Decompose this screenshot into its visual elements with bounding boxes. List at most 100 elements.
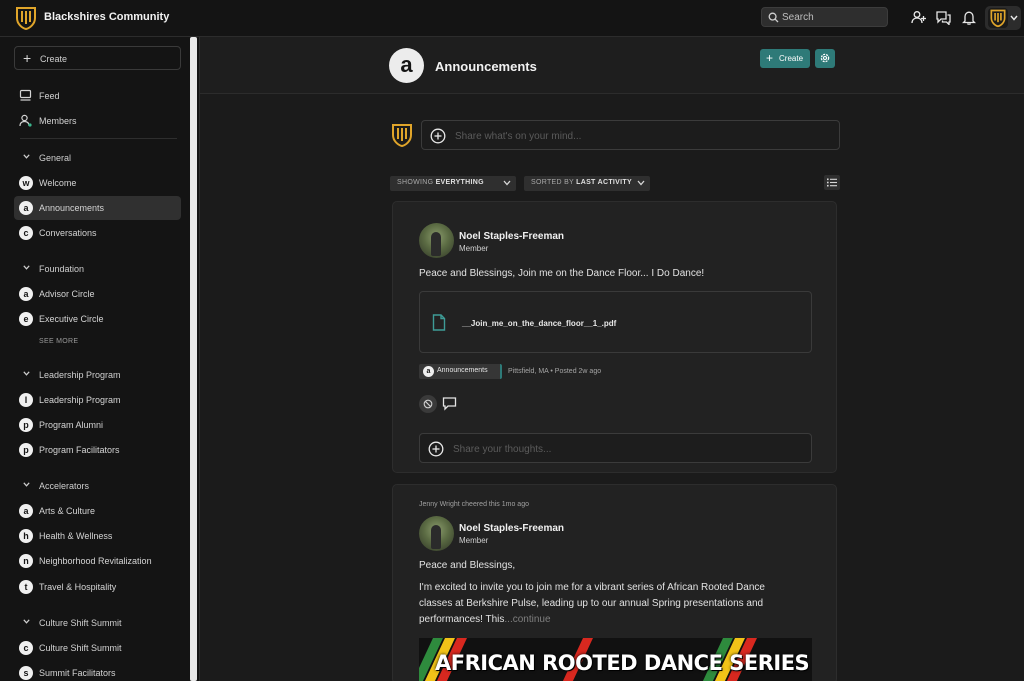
sidebar-group-general[interactable]: General <box>14 149 181 167</box>
notifications-bell-icon[interactable] <box>962 10 976 25</box>
sidebar-item-label: Program Alumni <box>39 420 104 430</box>
sidebar-item-culture-shift-summit[interactable]: c Culture Shift Summit <box>14 636 181 660</box>
showing-filter-value: EVERYTHING <box>435 179 484 186</box>
create-button[interactable]: + Create <box>14 46 181 70</box>
sidebar-item-label: Summit Facilitators <box>39 668 116 678</box>
feed-icon <box>19 89 32 101</box>
sort-dropdown[interactable]: SORTED BY LAST ACTIVITY <box>524 176 650 191</box>
see-more-link[interactable]: SEE MORE <box>39 338 78 345</box>
post-composer-input[interactable]: Share what's on your mind... <box>421 120 840 150</box>
messages-icon[interactable] <box>936 10 951 25</box>
sidebar-item-program-alumni[interactable]: p Program Alumni <box>14 413 181 437</box>
sidebar-group-leadership-program[interactable]: Leadership Program <box>14 366 181 384</box>
sidebar-item-summit-facilitators[interactable]: s Summit Facilitators <box>14 661 181 681</box>
user-menu-button[interactable] <box>985 6 1021 30</box>
create-post-button[interactable]: + Create <box>760 49 810 68</box>
post-card: Noel Staples-Freeman Member Peace and Bl… <box>392 201 837 473</box>
channel-letter-icon: n <box>19 554 33 568</box>
sidebar-item-feed[interactable]: Feed <box>14 84 181 108</box>
composer-placeholder: Share what's on your mind... <box>455 131 582 142</box>
sidebar-item-label: Advisor Circle <box>39 289 95 299</box>
sidebar-item-conversations[interactable]: c Conversations <box>14 221 181 245</box>
sidebar-scrollbar[interactable] <box>190 37 197 681</box>
sidebar-group-label: Accelerators <box>39 481 90 491</box>
comment-icon[interactable] <box>442 396 457 411</box>
sidebar-group-foundation[interactable]: Foundation <box>14 260 181 278</box>
author-role: Member <box>459 244 489 253</box>
react-button[interactable] <box>419 395 437 413</box>
reaction-icon <box>423 399 433 409</box>
chevron-down-icon <box>1010 15 1018 21</box>
sidebar-item-label: Health & Wellness <box>39 531 113 541</box>
channel-settings-button[interactable] <box>815 49 835 68</box>
sort-prefix: SORTED BY <box>531 179 574 186</box>
community-logo-icon[interactable] <box>15 6 37 30</box>
continue-link[interactable]: ...continue <box>504 614 550 625</box>
sidebar-item-neighborhood-revitalization[interactable]: n Neighborhood Revitalization <box>14 549 181 573</box>
channel-letter-icon: a <box>19 201 33 215</box>
cheered-note: Jenny Wright cheered this 1mo ago <box>419 501 529 508</box>
sidebar-item-arts-culture[interactable]: a Arts & Culture <box>14 499 181 523</box>
post-banner-image[interactable]: AFRICAN ROOTED DANCE SERIES <box>419 638 812 681</box>
channel-letter-icon: p <box>19 418 33 432</box>
file-attachment[interactable]: __Join_me_on_the_dance_floor__1_.pdf <box>419 291 812 353</box>
showing-filter-dropdown[interactable]: SHOWING EVERYTHING <box>390 176 516 191</box>
post-body-line: I'm excited to invite you to join me for… <box>419 582 765 593</box>
sidebar-item-label: Conversations <box>39 228 97 238</box>
sidebar-group-culture-shift-summit[interactable]: Culture Shift Summit <box>14 614 181 632</box>
members-icon <box>19 114 32 127</box>
sidebar-group-accelerators[interactable]: Accelerators <box>14 477 181 495</box>
channel-letter-icon: c <box>19 641 33 655</box>
channel-letter-icon: c <box>19 226 33 240</box>
top-bar: Blackshires Community Search <box>0 0 1024 37</box>
sidebar-divider <box>20 138 177 139</box>
channel-chip[interactable]: a Announcements <box>419 364 502 379</box>
sidebar-item-label: Announcements <box>39 203 105 213</box>
channel-letter-icon: p <box>19 443 33 457</box>
sidebar-item-leadership-program[interactable]: l Leadership Program <box>14 388 181 412</box>
add-member-icon[interactable] <box>911 10 926 25</box>
chevron-down-icon <box>23 154 30 159</box>
list-view-toggle[interactable] <box>824 175 840 190</box>
channel-letter-icon: a <box>19 287 33 301</box>
gear-icon <box>820 53 830 63</box>
chevron-down-icon <box>23 482 30 487</box>
author-name[interactable]: Noel Staples-Freeman <box>459 523 564 534</box>
user-avatar <box>988 8 1008 28</box>
sidebar-item-advisor-circle[interactable]: a Advisor Circle <box>14 282 181 306</box>
post-meta: Pittsfield, MA • Posted 2w ago <box>508 368 602 375</box>
add-circle-icon <box>428 441 444 457</box>
sidebar-item-label: Leadership Program <box>39 395 121 405</box>
sidebar-item-program-facilitators[interactable]: p Program Facilitators <box>14 438 181 462</box>
showing-filter-label: SHOWING EVERYTHING <box>397 179 484 186</box>
sidebar-item-executive-circle[interactable]: e Executive Circle <box>14 307 181 331</box>
sidebar-item-welcome[interactable]: w Welcome <box>14 171 181 195</box>
author-avatar[interactable] <box>419 516 454 551</box>
chevron-down-icon <box>23 371 30 376</box>
search-input[interactable]: Search <box>761 7 888 27</box>
sidebar: + Create Feed Members General w Welcome … <box>0 37 200 681</box>
post-body-line: Peace and Blessings, <box>419 560 516 571</box>
author-avatar[interactable] <box>419 223 454 258</box>
sidebar-item-health-wellness[interactable]: h Health & Wellness <box>14 524 181 548</box>
sidebar-item-label: Neighborhood Revitalization <box>39 556 152 566</box>
channel-letter-icon: w <box>19 176 33 190</box>
post-body: Peace and Blessings, Join me on the Danc… <box>419 268 705 279</box>
author-name[interactable]: Noel Staples-Freeman <box>459 231 564 242</box>
sidebar-group-label: Foundation <box>39 264 85 274</box>
add-circle-icon <box>430 128 446 144</box>
sidebar-group-label: Leadership Program <box>39 370 121 380</box>
sidebar-item-label: Executive Circle <box>39 314 104 324</box>
channel-chip-label: Announcements <box>437 367 488 374</box>
channel-letter-icon: a <box>423 366 434 377</box>
sidebar-item-announcements[interactable]: a Announcements <box>14 196 181 220</box>
reply-input[interactable]: Share your thoughts... <box>419 433 812 463</box>
sidebar-item-members[interactable]: Members <box>14 109 181 133</box>
channel-letter-icon: a <box>19 504 33 518</box>
sort-value: LAST ACTIVITY <box>576 179 632 186</box>
sidebar-item-travel-hospitality[interactable]: t Travel & Hospitality <box>14 575 181 599</box>
channel-header: a Announcements + Create <box>200 37 1024 94</box>
sidebar-item-label: Arts & Culture <box>39 506 96 516</box>
community-name[interactable]: Blackshires Community <box>44 11 169 23</box>
channel-letter-icon: h <box>19 529 33 543</box>
